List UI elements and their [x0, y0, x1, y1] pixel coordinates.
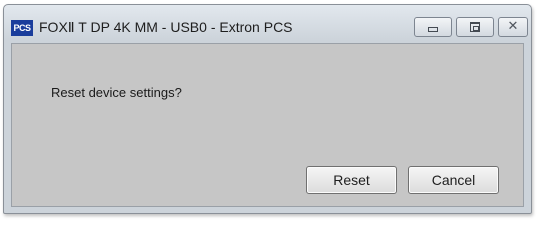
reset-button[interactable]: Reset [306, 166, 397, 194]
app-icon[interactable]: PCS [11, 20, 33, 36]
window-title: FOXⅡ T DP 4K MM - USB0 - Extron PCS [39, 19, 293, 35]
maximize-button[interactable] [456, 17, 494, 37]
dialog-body: Reset device settings? Reset Cancel [11, 43, 524, 207]
minimize-button[interactable] [414, 17, 452, 37]
confirm-message: Reset device settings? [51, 85, 182, 100]
title-bar[interactable]: PCS FOXⅡ T DP 4K MM - USB0 - Extron PCS … [4, 5, 531, 43]
minimize-icon [428, 27, 438, 32]
close-icon: ✕ [507, 19, 519, 34]
close-button[interactable]: ✕ [498, 17, 528, 37]
dialog-window: PCS FOXⅡ T DP 4K MM - USB0 - Extron PCS … [3, 4, 532, 214]
cancel-button[interactable]: Cancel [408, 166, 499, 194]
maximize-icon [470, 22, 480, 32]
